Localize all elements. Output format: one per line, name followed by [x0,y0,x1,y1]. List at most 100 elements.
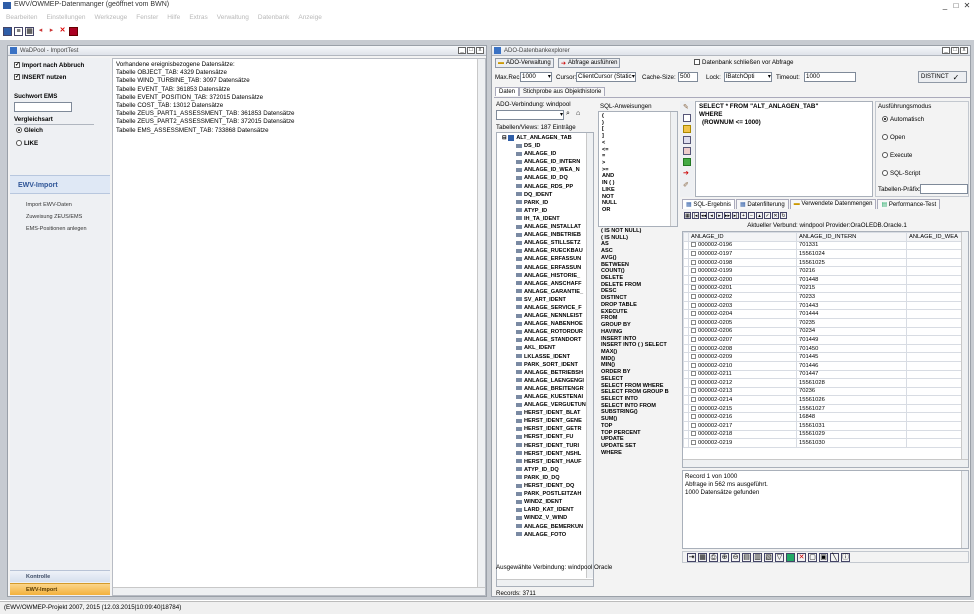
sql-keywords-list-top[interactable]: ()[] < <= = > >= AND IN ( ) LIKE NOT NULL OR [598,111,678,227]
table-cell[interactable] [906,412,967,423]
suchwort-input[interactable] [14,102,72,112]
sql-keyword-item[interactable]: IN ( ) [602,180,617,187]
tree-column-node[interactable]: ANLAGE_ERFASSUN [500,264,586,272]
table-cell[interactable] [906,421,967,431]
sql-keyword-item[interactable]: EXECUTE [601,309,669,316]
row-checkbox[interactable] [691,405,696,411]
table-cell[interactable]: 000002-0214 [688,395,797,405]
table-cell[interactable]: 000002-0215 [688,403,797,414]
sql-keyword-item[interactable]: > [602,160,617,167]
sql-keyword-item[interactable]: COUNT() [601,268,669,275]
mode-execute-radio[interactable]: Execute [882,152,912,159]
tree-column-node[interactable]: ANLAGE_ANSCHAFF [500,280,586,288]
row-checkbox[interactable] [691,354,696,360]
table-cell[interactable]: 70216 [796,266,907,276]
tree-column-node[interactable]: ANLAGE_BREITENGR [500,385,586,393]
table-cell[interactable]: 16848 [796,412,907,423]
table-cell[interactable]: 000002-0219 [688,438,797,448]
menu-item[interactable]: Fenster [136,14,158,21]
maximize-button[interactable]: □ [951,1,961,10]
sql-keyword-item[interactable]: OR [602,207,617,214]
export-icon[interactable]: ⇥ [687,552,696,562]
menu-item[interactable]: Verwaltung [217,14,249,21]
tabellen-praefix-input[interactable] [920,184,968,194]
table-cell[interactable]: 70234 [796,326,907,337]
tree-column-node[interactable]: PARK_ID_DQ [500,474,586,482]
table-cell[interactable]: 000002-0216 [688,412,797,423]
delete-record-icon[interactable]: − [748,211,755,219]
tree-column-node[interactable]: ANLAGE_KUESTENAI [500,393,586,401]
verbindung-select[interactable]: ▾ [496,110,564,120]
table-cell[interactable] [906,240,967,251]
stop-icon[interactable] [69,26,78,36]
red-arrow-icon[interactable]: ➔ [683,169,689,177]
tree-column-node[interactable]: LARD_KAT_IDENT [500,506,586,514]
table-cell[interactable]: 000002-0198 [688,257,797,268]
table-cell[interactable]: 000002-0205 [688,317,797,328]
sql-keyword-item[interactable]: DELETE [601,275,669,282]
sql-keyword-item[interactable]: MAX() [601,349,669,356]
table-cell[interactable] [906,309,967,319]
tree-column-node[interactable]: ANLAGE_ERFASSUN [500,255,586,263]
table-row[interactable]: 000002-0218 15561029 [683,429,967,440]
post-icon[interactable]: ✓ [764,211,771,219]
column-header[interactable]: ANLAGE_ID_INTERN [796,232,907,242]
tree-column-node[interactable]: ANLAGE_STANDORT [500,336,586,344]
table-cell[interactable] [906,283,967,294]
menu-item[interactable]: Werkzeuge [94,14,127,21]
tree-column-node[interactable]: ANLAGE_VERGUETUN [500,401,586,409]
copy-icon[interactable] [683,136,691,144]
table-cell[interactable] [906,257,967,268]
row-checkbox[interactable] [691,379,696,385]
close-button[interactable]: x [960,47,968,54]
last-record-icon[interactable]: ▸| [732,211,739,219]
row-checkbox[interactable] [691,293,696,299]
tree-column-node[interactable]: HERST_IDENT_TURI [500,442,586,450]
tree-column-node[interactable]: LKLASSE_IDENT [500,353,586,361]
tree-column-node[interactable]: ANLAGE_STILLSETZ [500,239,586,247]
tree-column-node[interactable]: ANLAGE_BEMERKUN [500,523,586,531]
sql-keyword-item[interactable]: SUBSTRING() [601,409,669,416]
table-cell[interactable]: 000002-0218 [688,429,797,440]
tree-column-node[interactable]: ANLAGE_LAENGENGI [500,377,586,385]
edit-record-icon[interactable]: ▴ [756,211,763,219]
paste-icon[interactable] [683,147,691,155]
column-header[interactable]: ANLAGE_ID_WEA [906,232,967,242]
table-cell[interactable] [906,369,967,380]
sql-keyword-item[interactable]: [ [602,126,617,133]
table-row[interactable]: 000002-0204 701444 [683,309,967,319]
log-area[interactable]: Vorhandene ereignisbezogene Datensätze: T… [112,58,486,596]
row-checkbox[interactable] [691,362,696,368]
mode-automatisch-radio[interactable]: Automatisch [882,116,924,123]
tree-column-node[interactable]: HERST_IDENT_HAUF [500,458,586,466]
table-cell[interactable]: 000002-0209 [688,352,797,362]
doc-icon[interactable]: ▢ [808,552,817,562]
table-cell[interactable]: 701445 [796,352,907,362]
sql-keyword-item[interactable]: FROM [601,315,669,322]
log-vscrollbar[interactable] [477,59,485,587]
table-cell[interactable]: 000002-0200 [688,274,797,285]
nav-import-ewv[interactable]: Import EWV-Daten [26,202,72,208]
prev-page-icon[interactable]: ◂◂ [700,211,707,219]
print-preview-icon[interactable]: ▧ [764,552,773,562]
maximize-button[interactable]: □ [951,47,959,54]
tree-column-node[interactable]: ANLAGE_ID_INTERN [500,158,586,166]
ewv-import-header[interactable]: EWV-Import [10,175,110,194]
menu-item[interactable]: Anzeige [298,14,322,21]
sql-keyword-item[interactable]: TOP [601,423,669,430]
next-record-icon[interactable]: ▸ [716,211,723,219]
tree-column-node[interactable]: HERST_IDENT_BLAT [500,409,586,417]
table-row[interactable]: 000002-0212 15561028 [683,378,967,388]
table-cell[interactable]: 000002-0217 [688,421,797,431]
table-cell[interactable]: 000002-0213 [688,386,797,397]
cursor-select[interactable]: ClientCursor (Static ▾ [576,72,636,82]
tree-table-node[interactable]: ⊟ ALT_ANLAGEN_TAB [500,134,586,142]
table-row[interactable]: 000002-0217 15561031 [683,421,967,431]
menu-item[interactable]: Hilfe [167,14,180,21]
row-checkbox[interactable] [691,397,696,403]
cache-input[interactable]: 500 [678,72,698,82]
table-row[interactable]: 000002-0219 15561030 [683,438,967,448]
abfrage-ausfuehren-button[interactable]: ➔ Abfrage ausführen [558,58,621,68]
sql-keyword-item[interactable]: ( IS NULL) [601,235,669,242]
row-checkbox[interactable] [691,259,696,265]
